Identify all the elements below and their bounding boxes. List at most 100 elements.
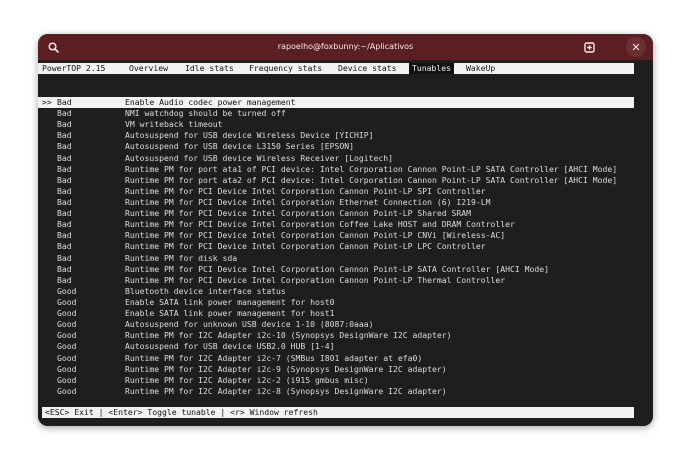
close-button[interactable]: ✕ [626,37,646,57]
tunable-status: Bad [57,174,72,185]
tunable-row[interactable]: Bad NMI watchdog should be turned off [38,108,634,119]
tunable-row[interactable]: Bad Autosuspend for USB device L3150 Seri… [38,141,634,152]
window-title: rapoelho@foxbunny:~/Aplicativos [277,42,414,51]
tunable-row[interactable]: Bad Runtime PM for port ata2 of PCI devic… [38,175,634,186]
tunable-row[interactable]: Good Enable SATA link power management fo… [38,297,634,308]
new-tab-button[interactable] [579,37,599,57]
tunable-description: Runtime PM for port ata2 of PCI device: … [125,174,618,185]
tunable-description: NMI watchdog should be turned off [125,108,286,119]
tunable-status: Bad [57,163,72,174]
tunable-description: Autosuspend for unknown USB device 1-10 … [125,319,374,330]
selection-marker: >> [42,97,57,107]
tunable-status: Bad [57,252,72,263]
tunable-status: Bad [57,274,72,285]
tunable-status: Bad [57,241,72,252]
tunable-row[interactable]: Bad Runtime PM for PCI Device Intel Corpo… [38,197,634,208]
tunable-row[interactable]: Bad Runtime PM for PCI Device Intel Corpo… [38,219,634,230]
tunable-status: Good [57,363,77,374]
key-help-bar: <ESC> Exit | <Enter> Toggle tunable | <r… [42,407,634,418]
tunable-row[interactable]: Bad Runtime PM for PCI Device Intel Corpo… [38,230,634,241]
tunable-row[interactable]: Bad Runtime PM for port ata1 of PCI devic… [38,164,634,175]
tunable-description: Runtime PM for PCI Device Intel Corporat… [125,196,491,207]
tunable-description: Runtime PM for I2C Adapter i2c-9 (Synops… [125,363,447,374]
tunable-description: Autosuspend for USB device L3150 Series … [125,141,355,152]
tunable-status: Bad [57,219,72,230]
tunable-status: Good [57,308,77,319]
tunable-status: Good [57,374,77,385]
tunable-status: Bad [57,141,72,152]
tunable-row[interactable]: Good Runtime PM for I2C Adapter i2c-7 (SM… [38,353,634,364]
tab-overview[interactable]: Overview [129,63,168,74]
tab-idle-stats[interactable]: Idle stats [185,63,234,74]
tunable-status: Good [57,296,77,307]
tunable-description: Runtime PM for PCI Device Intel Corporat… [125,274,506,285]
tunable-row[interactable]: Bad Autosuspend for USB device Wireless R… [38,153,634,164]
tunable-status: Good [57,352,77,363]
tunable-description: Autosuspend for USB device Wireless Devi… [125,130,374,141]
tunable-row[interactable]: Good Runtime PM for I2C Adapter i2c-10 (S… [38,330,634,341]
tunable-description: Runtime PM for I2C Adapter i2c-7 (SMBus … [125,352,423,363]
terminal-window: rapoelho@foxbunny:~/Aplicativos ✕ PowerT… [38,34,653,426]
powertop-tab-bar: PowerTOP 2.15 Overview Idle stats Freque… [38,63,634,74]
tunable-status: Bad [57,185,72,196]
tunable-description: Runtime PM for PCI Device Intel Corporat… [125,230,506,241]
tunable-status: Bad [57,196,72,207]
tunable-description: Runtime PM for PCI Device Intel Corporat… [125,263,549,274]
tunable-status: Bad [57,119,72,130]
tunable-row[interactable]: Bad Runtime PM for PCI Device Intel Corpo… [38,241,634,252]
tunable-description: Enable SATA link power management for ho… [125,296,335,307]
tunable-status: Bad [57,130,72,141]
tunable-description: Runtime PM for I2C Adapter i2c-8 (Synops… [125,385,447,396]
tunable-status: Good [57,285,77,296]
tunable-description: Runtime PM for I2C Adapter i2c-2 (i915 g… [125,374,369,385]
tunable-row[interactable]: Good Runtime PM for I2C Adapter i2c-8 (Sy… [38,386,634,397]
tunable-row[interactable]: Bad Runtime PM for PCI Device Intel Corpo… [38,186,634,197]
tunable-row[interactable]: Bad VM writeback timeout [38,119,634,130]
tunable-description: Runtime PM for PCI Device Intel Corporat… [125,185,486,196]
tunable-row[interactable]: Bad Runtime PM for PCI Device Intel Corpo… [38,208,634,219]
tunable-description: Autosuspend for USB device USB2.0 HUB [1… [125,341,335,352]
powertop-version: PowerTOP 2.15 [42,63,106,73]
tunable-status: Bad [57,108,72,119]
tunable-description: Runtime PM for PCI Device Intel Corporat… [125,208,471,219]
tunable-row[interactable]: Good Autosuspend for USB device USB2.0 HU… [38,341,634,352]
tunable-description: Runtime PM for I2C Adapter i2c-10 (Synop… [125,330,452,341]
title-bar[interactable]: rapoelho@foxbunny:~/Aplicativos ✕ [38,34,653,60]
tunable-row[interactable]: Good Runtime PM for I2C Adapter i2c-2 (i9… [38,375,634,386]
tunable-description: Runtime PM for disk sda [125,252,238,263]
tunables-list: >> Bad Enable Audio codec power managemen… [38,97,634,397]
tab-device-stats[interactable]: Device stats [338,63,396,74]
tab-tunables[interactable]: Tunables [409,63,454,74]
tunable-status: Good [57,341,77,352]
tunable-row[interactable]: Good Enable SATA link power management fo… [38,308,634,319]
new-tab-icon [583,41,595,53]
tunable-description: Runtime PM for port ata1 of PCI device: … [125,163,618,174]
tunable-row[interactable]: Good Autosuspend for unknown USB device 1… [38,319,634,330]
tab-wakeup[interactable]: WakeUp [466,63,495,74]
tunable-row[interactable]: Good Bluetooth device interface status [38,286,634,297]
tunable-status: Bad [57,208,72,219]
terminal-content[interactable]: PowerTOP 2.15 Overview Idle stats Freque… [38,60,653,426]
close-icon: ✕ [631,40,641,54]
tunable-status: Bad [57,263,72,274]
tunable-description: Runtime PM for PCI Device Intel Corporat… [125,219,515,230]
tab-frequency-stats[interactable]: Frequency stats [249,63,322,74]
tunable-description: Autosuspend for USB device Wireless Rece… [125,152,394,163]
tunable-description: Enable SATA link power management for ho… [125,308,335,319]
tunable-description: Bluetooth device interface status [125,285,286,296]
tunable-row[interactable]: Good Runtime PM for I2C Adapter i2c-9 (Sy… [38,364,634,375]
tunable-status: Good [57,385,77,396]
tunable-description: Enable Audio codec power management [125,97,296,107]
tunable-status: Bad [57,230,72,241]
tunable-status: Bad [57,97,72,107]
tunable-description: Runtime PM for PCI Device Intel Corporat… [125,241,486,252]
tunable-row[interactable]: Bad Autosuspend for USB device Wireless D… [38,130,634,141]
tunable-status: Bad [57,152,72,163]
tunable-status: Good [57,319,77,330]
tunable-description: VM writeback timeout [125,119,223,130]
tunable-row[interactable]: Bad Runtime PM for PCI Device Intel Corpo… [38,275,634,286]
tunable-row[interactable]: Bad Runtime PM for PCI Device Intel Corpo… [38,264,634,275]
tunable-status: Good [57,330,77,341]
tunable-row[interactable]: Bad Runtime PM for disk sda [38,253,634,264]
tunable-row[interactable]: >> Bad Enable Audio codec power managemen… [38,97,634,109]
